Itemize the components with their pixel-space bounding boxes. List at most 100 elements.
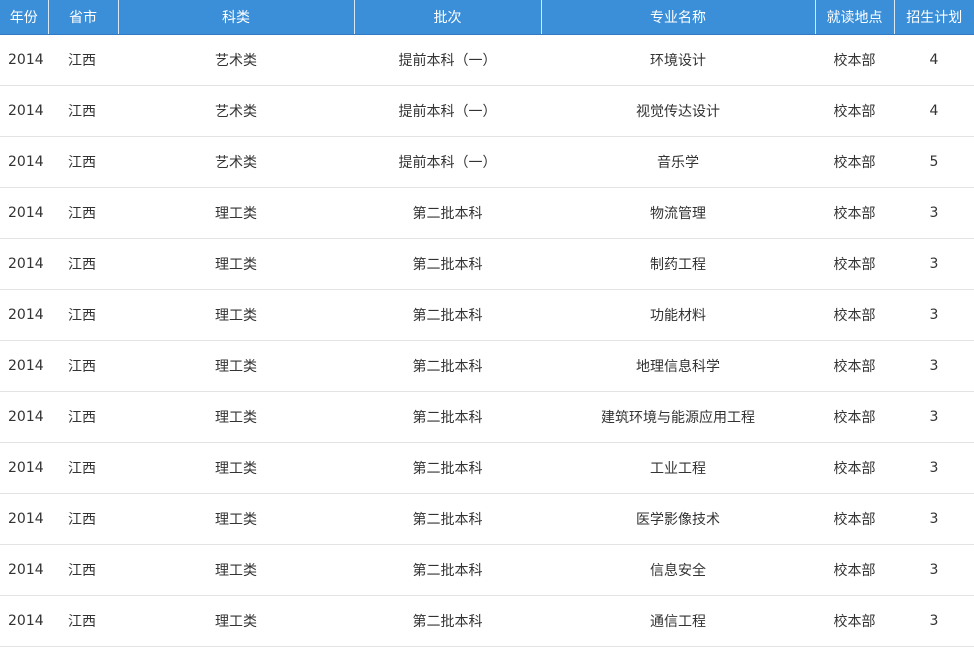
table-row: 2014 江西 艺术类 提前本科（一） 环境设计 校本部 4 [0,34,974,86]
cell-category: 艺术类 [118,136,354,188]
cell-enrollment-plan: 3 [894,289,974,341]
cell-province: 江西 [48,493,118,545]
table-row: 2014 江西 理工类 第二批本科 工业工程 校本部 3 [0,442,974,494]
header-campus: 就读地点 [815,0,895,35]
cell-batch: 第二批本科 [354,442,541,494]
table-header: 年份 省市 科类 批次 专业名称 就读地点 招生计划 [0,0,974,35]
cell-enrollment-plan: 3 [894,238,974,290]
cell-province: 江西 [48,85,118,137]
cell-enrollment-plan: 3 [894,544,974,596]
cell-province: 江西 [48,187,118,239]
cell-major-name: 信息安全 [541,544,815,596]
cell-province: 江西 [48,595,118,647]
table-row: 2014 江西 理工类 第二批本科 信息安全 校本部 3 [0,544,974,596]
table-row: 2014 江西 理工类 第二批本科 医学影像技术 校本部 3 [0,493,974,545]
cell-enrollment-plan: 3 [894,493,974,545]
cell-category: 艺术类 [118,34,354,86]
cell-year: 2014 [0,544,48,596]
cell-batch: 提前本科（一） [354,136,541,188]
cell-campus: 校本部 [815,187,894,239]
cell-year: 2014 [0,238,48,290]
cell-batch: 第二批本科 [354,493,541,545]
cell-category: 理工类 [118,289,354,341]
cell-major-name: 通信工程 [541,595,815,647]
cell-year: 2014 [0,34,48,86]
header-category: 科类 [118,0,355,35]
cell-campus: 校本部 [815,442,894,494]
cell-batch: 第二批本科 [354,595,541,647]
cell-campus: 校本部 [815,85,894,137]
header-row: 年份 省市 科类 批次 专业名称 就读地点 招生计划 [0,0,974,35]
cell-campus: 校本部 [815,136,894,188]
table-row: 2014 江西 理工类 第二批本科 地理信息科学 校本部 3 [0,340,974,392]
cell-major-name: 视觉传达设计 [541,85,815,137]
cell-year: 2014 [0,493,48,545]
table-row: 2014 江西 理工类 第二批本科 功能材料 校本部 3 [0,289,974,341]
cell-category: 理工类 [118,595,354,647]
cell-major-name: 医学影像技术 [541,493,815,545]
cell-province: 江西 [48,289,118,341]
cell-enrollment-plan: 5 [894,136,974,188]
cell-campus: 校本部 [815,595,894,647]
cell-year: 2014 [0,187,48,239]
header-major-name: 专业名称 [541,0,816,35]
cell-province: 江西 [48,34,118,86]
cell-batch: 第二批本科 [354,391,541,443]
cell-year: 2014 [0,85,48,137]
cell-batch: 第二批本科 [354,289,541,341]
cell-province: 江西 [48,340,118,392]
table-row: 2014 江西 艺术类 提前本科（一） 视觉传达设计 校本部 4 [0,85,974,137]
cell-campus: 校本部 [815,238,894,290]
cell-major-name: 功能材料 [541,289,815,341]
header-province: 省市 [48,0,119,35]
cell-campus: 校本部 [815,493,894,545]
header-year: 年份 [0,0,49,35]
enrollment-plan-table: 年份 省市 科类 批次 专业名称 就读地点 招生计划 2014 江西 艺术类 提… [0,0,974,647]
cell-batch: 第二批本科 [354,238,541,290]
cell-enrollment-plan: 3 [894,595,974,647]
cell-enrollment-plan: 3 [894,442,974,494]
cell-category: 理工类 [118,493,354,545]
cell-category: 理工类 [118,544,354,596]
cell-campus: 校本部 [815,289,894,341]
cell-enrollment-plan: 4 [894,85,974,137]
table-row: 2014 江西 理工类 第二批本科 物流管理 校本部 3 [0,187,974,239]
cell-campus: 校本部 [815,340,894,392]
cell-year: 2014 [0,340,48,392]
cell-province: 江西 [48,544,118,596]
cell-province: 江西 [48,391,118,443]
table-row: 2014 江西 艺术类 提前本科（一） 音乐学 校本部 5 [0,136,974,188]
cell-province: 江西 [48,136,118,188]
table-row: 2014 江西 理工类 第二批本科 建筑环境与能源应用工程 校本部 3 [0,391,974,443]
cell-category: 理工类 [118,187,354,239]
cell-year: 2014 [0,442,48,494]
cell-year: 2014 [0,391,48,443]
cell-category: 理工类 [118,442,354,494]
header-enrollment-plan: 招生计划 [894,0,974,35]
cell-batch: 第二批本科 [354,544,541,596]
cell-year: 2014 [0,136,48,188]
header-batch: 批次 [354,0,542,35]
cell-major-name: 制药工程 [541,238,815,290]
cell-province: 江西 [48,442,118,494]
cell-major-name: 建筑环境与能源应用工程 [541,391,815,443]
cell-major-name: 物流管理 [541,187,815,239]
table-row: 2014 江西 理工类 第二批本科 制药工程 校本部 3 [0,238,974,290]
cell-campus: 校本部 [815,34,894,86]
cell-major-name: 环境设计 [541,34,815,86]
table-body: 2014 江西 艺术类 提前本科（一） 环境设计 校本部 4 2014 江西 艺… [0,34,974,647]
cell-campus: 校本部 [815,544,894,596]
cell-year: 2014 [0,595,48,647]
cell-enrollment-plan: 4 [894,34,974,86]
cell-enrollment-plan: 3 [894,187,974,239]
cell-category: 理工类 [118,391,354,443]
cell-year: 2014 [0,289,48,341]
cell-campus: 校本部 [815,391,894,443]
cell-major-name: 音乐学 [541,136,815,188]
cell-batch: 第二批本科 [354,187,541,239]
cell-batch: 提前本科（一） [354,34,541,86]
cell-province: 江西 [48,238,118,290]
cell-category: 艺术类 [118,85,354,137]
table-row: 2014 江西 理工类 第二批本科 通信工程 校本部 3 [0,595,974,647]
cell-batch: 提前本科（一） [354,85,541,137]
